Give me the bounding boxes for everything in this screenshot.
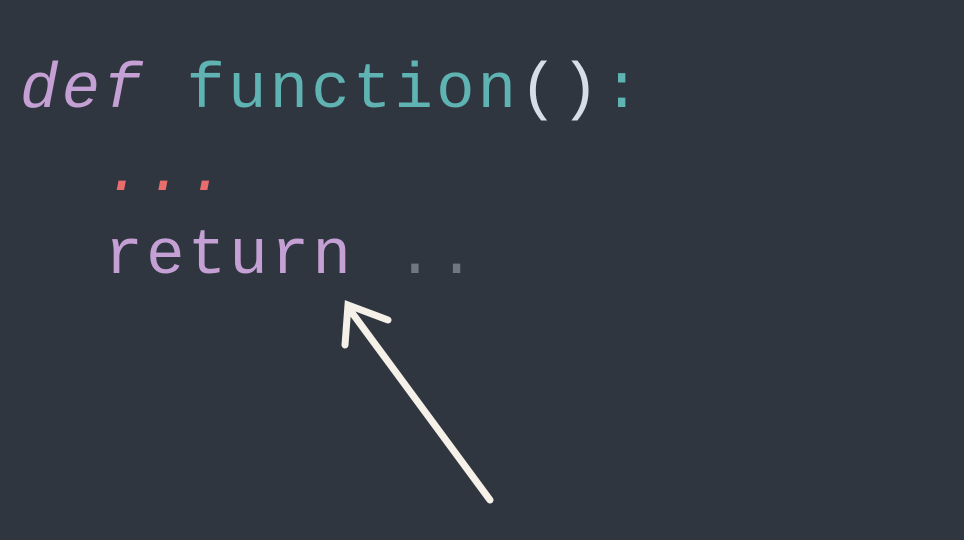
- annotation-arrow: [330, 290, 550, 540]
- code-line-3: return ..: [20, 216, 964, 299]
- keyword-def: def: [20, 55, 145, 127]
- keyword-return: return: [104, 221, 354, 293]
- space: [354, 221, 396, 293]
- dots: ..: [396, 221, 479, 293]
- function-name: function: [186, 55, 519, 127]
- ellipsis: ...: [104, 138, 229, 210]
- colon: :: [603, 55, 645, 127]
- code-block: def function(): ... return ..: [20, 50, 964, 300]
- parentheses: (): [519, 55, 602, 127]
- space: [145, 55, 187, 127]
- code-line-2: ...: [20, 133, 964, 216]
- code-line-1: def function():: [20, 50, 964, 133]
- arrow-icon: [330, 290, 550, 520]
